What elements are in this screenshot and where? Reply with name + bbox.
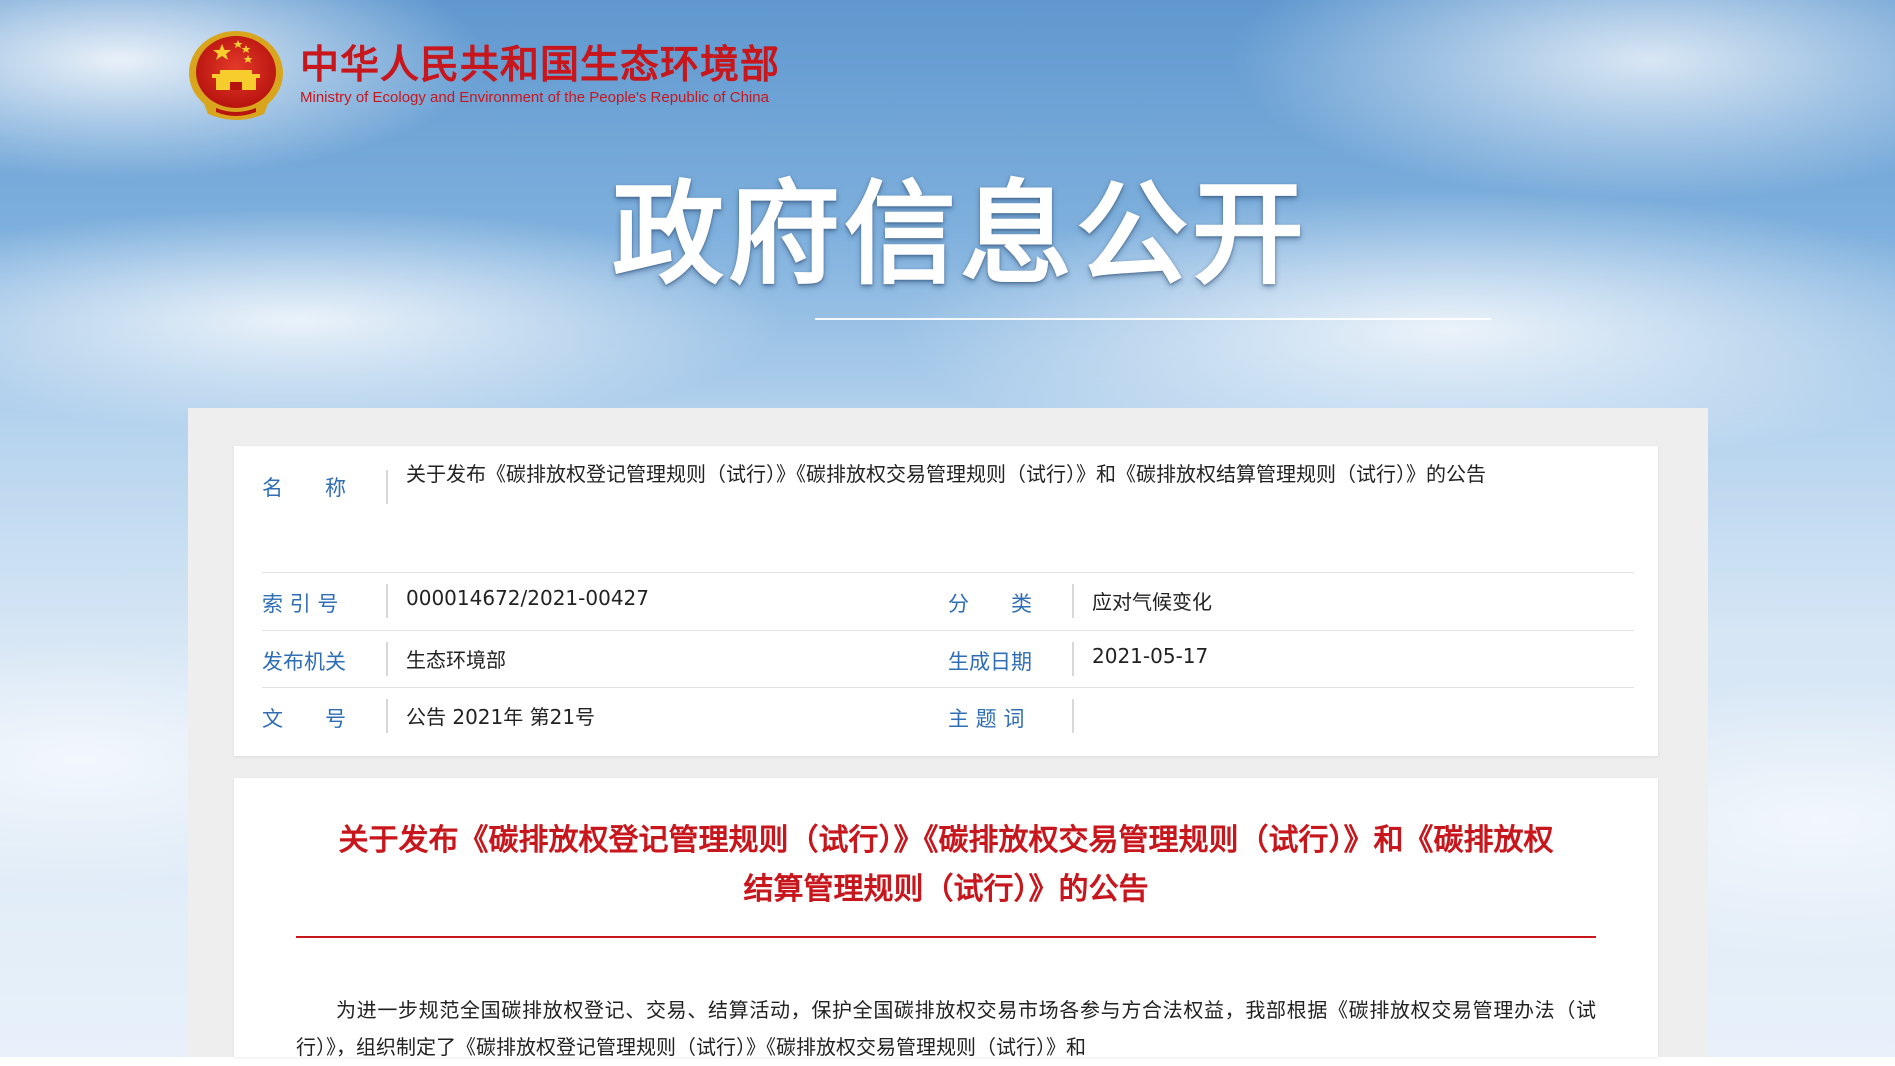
banner-title: 政府信息公开 [612, 170, 1308, 300]
docno-label: 文 号 [262, 707, 346, 731]
site-name-en: Ministry of Ecology and Environment of t… [300, 89, 769, 106]
docno-value: 公告 2021年 第21号 [406, 705, 596, 729]
name-value: 关于发布《碳排放权登记管理规则（试行）》《碳排放权交易管理规则（试行）》和《碳排… [406, 462, 1486, 486]
index-label: 索 引 号 [262, 592, 339, 616]
article-body: 为进一步规范全国碳排放权登记、交易、结算活动，保护全国碳排放权交易市场各参与方合… [296, 998, 1596, 1059]
metadata-row-docno: 文 号 公告 2021年 第21号 主 题 词 [262, 687, 1634, 744]
national-emblem-icon [189, 31, 283, 120]
category-label: 分 类 [948, 592, 1032, 616]
column-separator [386, 642, 388, 676]
column-separator [386, 470, 388, 504]
content-panel: 名 称 关于发布《碳排放权登记管理规则（试行）》《碳排放权交易管理规则（试行）》… [188, 408, 1708, 1059]
index-value: 000014672/2021-00427 [406, 586, 649, 610]
article-card: 关于发布《碳排放权登记管理规则（试行）》《碳排放权交易管理规则（试行）》和《碳排… [234, 778, 1658, 1059]
metadata-row-index: 索 引 号 000014672/2021-00427 分 类 应对气候变化 [262, 572, 1634, 631]
category-value: 应对气候变化 [1092, 590, 1212, 614]
site-logo[interactable]: 中华人民共和国生态环境部 Ministry of Ecology and Env… [186, 30, 780, 120]
column-separator [386, 584, 388, 618]
article-title: 关于发布《碳排放权登记管理规则（试行）》《碳排放权交易管理规则（试行）》和《碳排… [338, 823, 1554, 907]
keywords-label: 主 题 词 [948, 707, 1025, 731]
name-label: 名 称 [262, 476, 346, 500]
column-separator [1072, 584, 1074, 618]
column-separator [1072, 699, 1074, 733]
banner-divider [815, 318, 1491, 320]
metadata-row-issuer: 发布机关 生态环境部 生成日期 2021-05-17 [262, 630, 1634, 688]
issuer-label: 发布机关 [262, 650, 346, 674]
issuer-value: 生态环境部 [406, 648, 506, 672]
metadata-card: 名 称 关于发布《碳排放权登记管理规则（试行）》《碳排放权交易管理规则（试行）》… [234, 446, 1658, 756]
article-title-divider [296, 936, 1596, 938]
column-separator [386, 699, 388, 733]
metadata-row-name: 名 称 关于发布《碳排放权登记管理规则（试行）》《碳排放权交易管理规则（试行）》… [262, 460, 1634, 573]
column-separator [1072, 642, 1074, 676]
date-label: 生成日期 [948, 650, 1032, 674]
date-value: 2021-05-17 [1092, 644, 1209, 668]
site-name-cn: 中华人民共和国生态环境部 [300, 43, 781, 88]
